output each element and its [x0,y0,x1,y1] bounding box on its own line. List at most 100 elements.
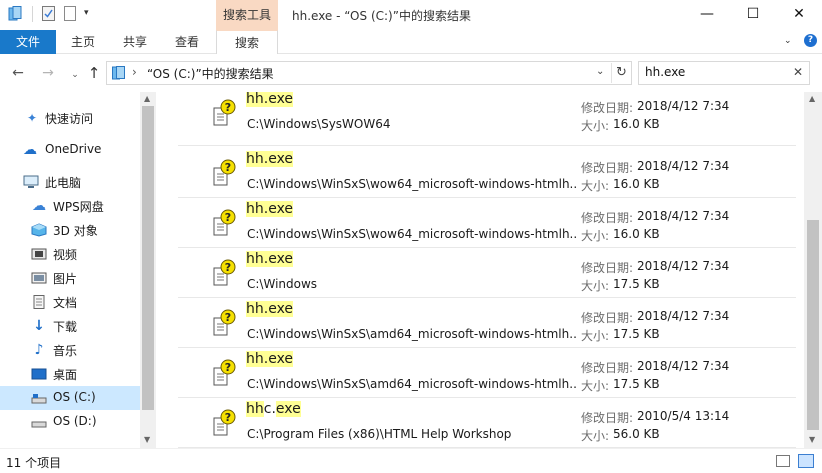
date-modified-label: 修改日期: [581,261,634,275]
sidebar-item-pictures[interactable]: 图片 [0,266,140,290]
size-value: 17.5 KB [613,327,660,341]
list-item[interactable]: ? hh.exe C:\Windows\WinSxS\wow64_microsoft… [178,198,796,248]
expand-ribbon-chevron-icon[interactable]: ⌄ [784,36,792,46]
list-item[interactable]: ? hh.exe C:\Windows\WinSxS\amd64_microsoft… [178,298,796,348]
sidebar-item-label: OS (C:) [53,390,96,404]
search-results-folder-icon [112,66,125,80]
file-name[interactable]: hh.exe [246,201,294,217]
results-scrollbar[interactable]: ▲ ▼ [804,92,822,448]
sidebar-item-videos[interactable]: 视频 [0,242,140,266]
breadcrumb-separator-icon[interactable]: › [132,65,137,79]
sidebar-item-this-pc[interactable]: 此电脑 [0,170,140,194]
navigation-pane-scrollbar[interactable]: ▲ ▼ [140,92,156,448]
list-item[interactable]: ? hhc.exe C:\Program Files (x86)\HTML Help… [178,398,796,448]
address-history-chevron-icon[interactable]: ⌄ [596,66,604,77]
search-match-highlight: hh [246,401,264,417]
sidebar-item-label: 视频 [53,248,78,262]
sidebar-item-label: 桌面 [53,368,78,382]
sidebar-item-documents[interactable]: 文档 [0,290,140,314]
file-name[interactable]: hh.exe [246,151,294,167]
help-file-icon: ? [213,309,236,336]
date-modified-value: 2018/4/12 7:34 [637,359,730,373]
scroll-thumb[interactable] [807,220,819,430]
search-results-list: ? hh.exe C:\Windows\SysWOW64 修改日期: 2018/4/12… [156,92,804,448]
file-name[interactable]: hh.exe [246,92,294,107]
search-match-highlight: hh.exe [246,151,294,167]
scroll-thumb[interactable] [142,106,154,410]
file-name[interactable]: hh.exe [246,351,294,367]
file-name[interactable]: hh.exe [246,251,294,267]
clear-search-icon[interactable]: ✕ [793,65,803,79]
refresh-icon[interactable]: ↻ [611,63,631,83]
scroll-down-icon[interactable]: ▼ [809,435,815,444]
breadcrumb[interactable]: “OS (C:)”中的搜索结果 [147,65,274,82]
details-view-icon[interactable] [776,455,790,467]
search-input[interactable]: hh.exe [645,65,685,79]
forward-arrow-icon[interactable]: → [40,65,56,81]
sidebar-item-quick-access[interactable]: ✦ 快速访问 [0,106,140,130]
computer-icon [23,175,39,188]
drive-icon [31,421,47,428]
sidebar-item-os-d[interactable]: OS (D:) [0,410,140,434]
size-label: 大小: [581,279,610,293]
size-value: 17.5 KB [613,277,660,291]
size-label: 大小: [581,329,610,343]
size-label: 大小: [581,119,610,133]
file-name[interactable]: hhc.exe [246,401,301,417]
scroll-up-icon[interactable]: ▲ [809,94,815,103]
back-arrow-icon[interactable]: ← [10,65,26,81]
explorer-app-icon [8,6,22,21]
new-folder-icon[interactable] [64,6,76,21]
tab-share[interactable]: 共享 [114,30,156,54]
search-match-highlight: exe [275,401,301,417]
sidebar-item-label: 图片 [53,272,78,286]
svg-text:?: ? [225,261,231,274]
file-path: C:\Windows\WinSxS\amd64_microsoft-window… [247,327,577,341]
minimize-button[interactable]: — [684,0,730,30]
date-modified-label: 修改日期: [581,411,634,425]
scroll-down-icon[interactable]: ▼ [144,435,150,444]
search-match-highlight: hh.exe [246,92,294,107]
search-match-highlight: hh.exe [246,201,294,217]
list-item[interactable]: ? hh.exe C:\Windows 修改日期: 2018/4/12 7:34 大小: 1… [178,248,796,298]
file-name[interactable]: hh.exe [246,301,294,317]
svg-text:?: ? [225,161,231,174]
up-arrow-icon[interactable]: ↑ [86,65,102,81]
list-item[interactable]: ? hh.exe C:\Windows\WinSxS\wow64_microsoft… [178,148,796,198]
date-modified-label: 修改日期: [581,101,634,115]
tab-home[interactable]: 主页 [62,30,104,54]
close-button[interactable]: ✕ [776,0,822,30]
tab-search[interactable]: 搜索 [216,30,278,55]
file-path: C:\Windows [247,277,318,291]
tab-file[interactable]: 文件 [0,30,56,54]
download-icon: ↓ [33,318,45,334]
size-value: 16.0 KB [613,227,660,241]
address-bar[interactable]: › “OS (C:)”中的搜索结果 ⌄ ↻ [106,61,632,85]
sidebar-item-wps-drive[interactable]: ☁ WPS网盘 [0,194,140,218]
list-item[interactable]: ? hh.exe C:\Windows\SysWOW64 修改日期: 2018/4/12… [178,92,796,146]
recent-locations-chevron-icon[interactable]: ⌄ [67,67,83,83]
date-modified-label: 修改日期: [581,161,634,175]
tab-view[interactable]: 查看 [166,30,208,54]
sidebar-item-3d-objects[interactable]: 3D 对象 [0,218,140,242]
item-count: 11 个项目 [6,456,62,470]
content-view-icon[interactable] [798,454,814,468]
list-item[interactable]: ? hh.exe C:\Windows\WinSxS\amd64_microsoft… [178,348,796,398]
document-icon [33,295,45,309]
properties-icon[interactable] [42,6,55,21]
drive-icon [31,394,47,404]
maximize-button[interactable]: ☐ [730,0,776,30]
pin-icon: ✦ [26,111,38,125]
sidebar-item-downloads[interactable]: ↓ 下载 [0,314,140,338]
cloud-outline-icon: ☁ [32,198,46,214]
sidebar-item-music[interactable]: ♪ 音乐 [0,338,140,362]
sidebar-item-os-c[interactable]: OS (C:) [0,386,140,410]
sidebar-item-label: OS (D:) [53,414,97,428]
search-box[interactable]: hh.exe ✕ [638,61,810,85]
status-bar: 11 个项目 [0,448,822,473]
customize-toolbar-chevron-icon[interactable]: ▾ [84,8,89,18]
sidebar-item-desktop[interactable]: 桌面 [0,362,140,386]
sidebar-item-onedrive[interactable]: ☁ OneDrive [0,138,140,162]
scroll-up-icon[interactable]: ▲ [144,94,150,103]
help-icon[interactable]: ? [804,34,817,47]
